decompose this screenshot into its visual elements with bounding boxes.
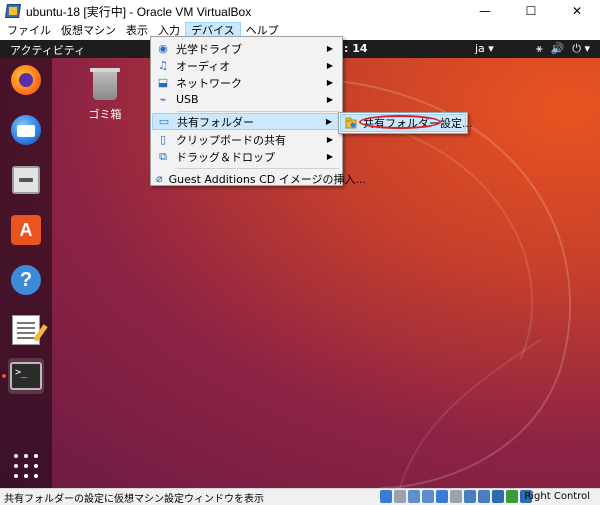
power-menu-icon[interactable]: ⏻ ▾ — [572, 42, 590, 56]
host-key-label: Right Control — [524, 491, 590, 502]
menu-machine[interactable]: 仮想マシン — [56, 22, 121, 40]
clock[interactable]: : 14 — [344, 42, 368, 55]
menu-item-shared-folders[interactable]: ▭ 共有フォルダー ▶ — [152, 113, 341, 130]
shared-folder-settings-icon — [345, 116, 357, 130]
volume-icon[interactable]: 🔊 — [551, 42, 565, 56]
clipboard-icon: ▯ — [159, 133, 167, 146]
app-grid-icon — [14, 454, 38, 478]
menu-item-optical-drives[interactable]: ◉ 光学ドライブ ▶ — [152, 40, 341, 57]
menu-item-usb[interactable]: ⌁ USB ▶ — [152, 91, 341, 108]
minimize-button[interactable]: — — [462, 0, 508, 22]
close-button[interactable]: ✕ — [554, 0, 600, 22]
menu-item-drag-and-drop[interactable]: ⧉ ドラッグ＆ドロップ ▶ — [152, 148, 341, 165]
network-icon: ⬓ — [157, 76, 169, 89]
cpu-status-icon[interactable] — [492, 490, 504, 503]
system-tray[interactable]: ⚹ 🔊 ⏻ ▾ — [536, 42, 590, 56]
window-title: ubuntu-18 [実行中] - Oracle VM VirtualBox — [26, 4, 252, 19]
shared-folders-status-icon[interactable] — [450, 490, 462, 503]
running-indicator — [2, 374, 6, 378]
menu-file[interactable]: ファイル — [2, 22, 56, 40]
usb-status-icon[interactable] — [436, 490, 448, 503]
software-center-icon: A — [11, 215, 41, 245]
terminal-icon: >_ — [10, 362, 42, 390]
activities-button[interactable]: アクティビティ — [10, 42, 85, 58]
submenu-arrow-icon: ▶ — [326, 152, 333, 161]
audio-icon: ♫ — [158, 59, 168, 72]
menu-separator — [177, 168, 339, 169]
trash-desktop-icon[interactable]: ゴミ箱 — [75, 68, 135, 122]
drag-drop-icon: ⧉ — [159, 149, 167, 163]
menu-item-shared-clipboard[interactable]: ▯ クリップボードの共有 ▶ — [152, 131, 341, 148]
guest-additions-status-icon[interactable] — [506, 490, 518, 503]
menu-separator — [177, 111, 339, 112]
files-launcher[interactable] — [8, 162, 44, 198]
audio-status-icon[interactable] — [408, 490, 420, 503]
window-controls: — ☐ ✕ — [462, 0, 600, 22]
menu-item-network[interactable]: ⬓ ネットワーク ▶ — [152, 74, 341, 91]
input-language[interactable]: ja ▾ — [475, 42, 494, 55]
submenu-arrow-icon: ▶ — [326, 44, 333, 53]
virtualbox-app-icon — [5, 4, 21, 18]
red-annotation-ring — [359, 115, 441, 129]
software-launcher[interactable]: A — [8, 212, 44, 248]
devices-menu: ◉ 光学ドライブ ▶ ♫ オーディオ ▶ ⬓ ネットワーク ▶ ⌁ USB ▶ … — [150, 36, 366, 187]
show-applications-button[interactable] — [8, 448, 44, 484]
submenu-arrow-icon: ▶ — [326, 95, 333, 104]
text-editor-icon — [12, 315, 40, 345]
submenu-arrow-icon: ▶ — [325, 117, 332, 126]
terminal-launcher[interactable]: >_ — [8, 358, 44, 394]
status-indicator-icons — [380, 490, 532, 503]
thunderbird-icon — [11, 115, 41, 145]
hard-disk-status-icon[interactable] — [380, 490, 392, 503]
files-icon — [12, 166, 40, 194]
network-status-icon[interactable] — [422, 490, 434, 503]
trash-label: ゴミ箱 — [88, 108, 122, 121]
status-message: 共有フォルダーの設定に仮想マシン設定ウィンドウを表示 — [4, 493, 264, 505]
recording-status-icon[interactable] — [478, 490, 490, 503]
optical-drive-icon: ◉ — [158, 42, 168, 55]
shared-folder-icon: ▭ — [158, 115, 170, 128]
window-title-bar: ubuntu-18 [実行中] - Oracle VM VirtualBox —… — [0, 0, 600, 22]
help-icon: ? — [11, 265, 41, 295]
shared-folders-submenu: 共有フォルダー設定... — [338, 112, 473, 134]
menu-item-insert-guest-additions[interactable]: ⌀ Guest Additions CD イメージの挿入... — [152, 170, 366, 187]
menu-item-audio[interactable]: ♫ オーディオ ▶ — [152, 57, 341, 74]
submenu-arrow-icon: ▶ — [326, 135, 333, 144]
maximize-button[interactable]: ☐ — [508, 0, 554, 22]
thunderbird-launcher[interactable] — [8, 112, 44, 148]
firefox-launcher[interactable] — [8, 62, 44, 98]
network-icon[interactable]: ⚹ — [536, 42, 543, 56]
trash-icon — [90, 68, 120, 100]
firefox-icon — [11, 65, 41, 95]
help-launcher[interactable]: ? — [8, 262, 44, 298]
usb-icon: ⌁ — [159, 93, 167, 106]
ubuntu-dock: A ? >_ — [0, 58, 52, 488]
optical-drive-status-icon[interactable] — [394, 490, 406, 503]
menu-view[interactable]: 表示 — [121, 22, 153, 40]
submenu-arrow-icon: ▶ — [326, 61, 333, 70]
text-editor-launcher[interactable] — [8, 312, 44, 348]
status-bar: 共有フォルダーの設定に仮想マシン設定ウィンドウを表示 Right Control — [0, 488, 600, 505]
display-status-icon[interactable] — [464, 490, 476, 503]
guest-additions-icon: ⌀ — [156, 172, 163, 185]
submenu-arrow-icon: ▶ — [326, 78, 333, 87]
